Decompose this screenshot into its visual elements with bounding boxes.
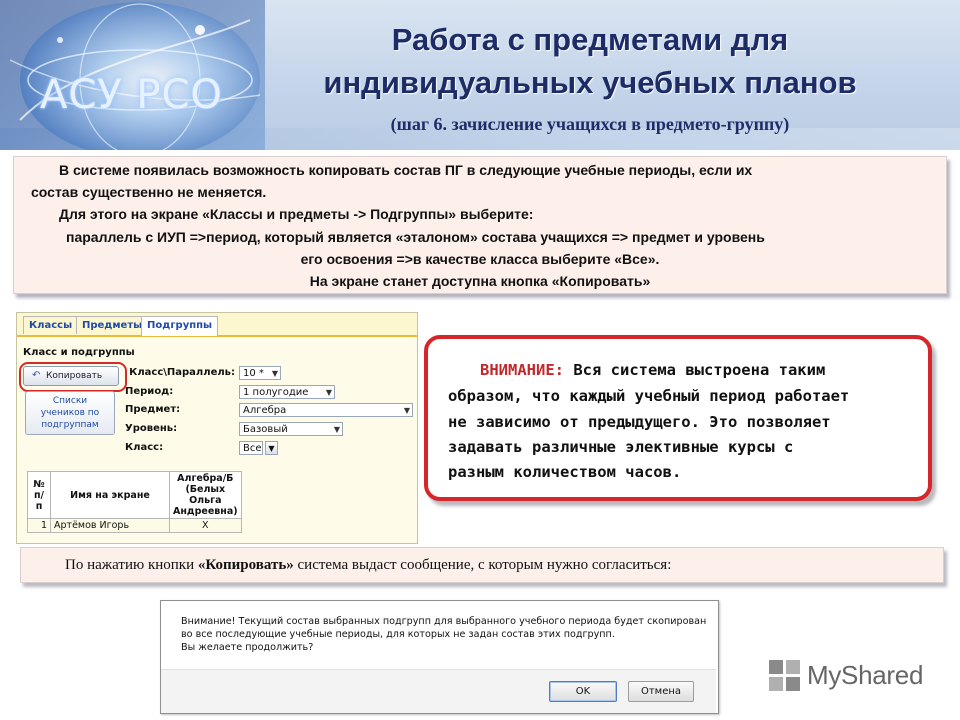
col-name-header: Имя на экране bbox=[50, 471, 170, 519]
slide-header: АСУ РСО Работа с предметами для индивиду… bbox=[0, 0, 960, 150]
info-box: В системе появилась возможность копирова… bbox=[13, 156, 947, 294]
asu-rso-logo: АСУ РСО bbox=[0, 0, 265, 150]
col-group-line-3: Ольга bbox=[189, 495, 222, 506]
subject-value: Алгебра bbox=[243, 405, 287, 416]
info-line-2: состав существенно не меняется. bbox=[31, 184, 267, 200]
chevron-down-icon: ▼ bbox=[325, 388, 332, 397]
lists-button-line-2: учеников по bbox=[40, 408, 100, 418]
attention-heading: ВНИМАНИЕ: bbox=[480, 361, 564, 379]
dialog-footer: OK Отмена bbox=[161, 669, 716, 713]
slide-subtitle: (шаг 6. зачисление учащихся в предмето-г… bbox=[390, 114, 790, 134]
col-number-line-1: № bbox=[33, 478, 45, 490]
title-line-1: Работа с предметами для bbox=[391, 22, 789, 57]
logo-text: АСУ РСО bbox=[40, 72, 223, 118]
copy-note: По нажатию кнопки «Копировать» система в… bbox=[20, 547, 944, 583]
level-label: Уровень: bbox=[125, 423, 178, 434]
row-number: 1 bbox=[27, 518, 51, 533]
attention-box: ВНИМАНИЕ: Вся система выстроена таким об… bbox=[424, 335, 932, 501]
col-number-line-2: п/п bbox=[33, 489, 45, 512]
table-row[interactable]: 1 Артёмов Игорь X bbox=[27, 518, 242, 533]
parallel-select[interactable]: 10 * ▼ bbox=[239, 366, 281, 380]
tab-classes[interactable]: Классы bbox=[23, 316, 79, 334]
chevron-down-icon: ▼ bbox=[333, 425, 340, 434]
cancel-button[interactable]: Отмена bbox=[628, 681, 694, 702]
period-value: 1 полугодие bbox=[243, 387, 309, 398]
attention-line-1: ВНИМАНИЕ: Вся система выстроена таким bbox=[480, 361, 825, 379]
attention-line-4: задавать различные элективные курсы с bbox=[448, 438, 794, 456]
info-line-1: В системе появилась возможность копирова… bbox=[59, 162, 753, 178]
note-suffix: система выдаст сообщение, с которым нужн… bbox=[293, 557, 672, 573]
copy-note-text: По нажатию кнопки «Копировать» система в… bbox=[65, 548, 671, 582]
subgroups-screen: Классы Предметы Подгруппы Класс и подгру… bbox=[16, 312, 418, 544]
section-heading: Класс и подгруппы bbox=[23, 347, 135, 358]
tab-subgroups[interactable]: Подгруппы bbox=[141, 316, 219, 336]
info-line-4: параллель с ИУП =>период, который являет… bbox=[66, 229, 765, 245]
class-label: Класс: bbox=[125, 442, 164, 453]
row-student-name: Артёмов Игорь bbox=[50, 518, 170, 533]
col-group-line-1: Алгебра/Б bbox=[177, 473, 234, 484]
col-group-line-4: Андреевна) bbox=[173, 506, 238, 517]
ok-button[interactable]: OK bbox=[549, 681, 617, 702]
subject-label: Предмет: bbox=[125, 404, 181, 415]
info-line-3: Для этого на экране «Классы и предметы -… bbox=[59, 206, 534, 222]
period-select[interactable]: 1 полугодие ▼ bbox=[239, 385, 335, 399]
attention-line-5: разным количеством часов. bbox=[448, 463, 682, 481]
tab-subjects[interactable]: Предметы bbox=[76, 316, 149, 334]
class-dropdown-button[interactable]: ▼ bbox=[265, 441, 278, 455]
parallel-label: Класс\Параллель: bbox=[129, 367, 235, 378]
tab-bar: Классы Предметы Подгруппы bbox=[17, 313, 417, 337]
copy-button-highlight bbox=[19, 362, 127, 392]
info-line-5: его освоения =>в качестве класса выберит… bbox=[300, 251, 660, 267]
lists-by-subgroup-button[interactable]: Списки учеников по подгруппам bbox=[25, 391, 115, 435]
chevron-down-icon: ▼ bbox=[271, 369, 278, 378]
myshared-watermark: MyShared bbox=[767, 652, 937, 698]
dialog-line-2: во все последующие учебные периоды, для … bbox=[181, 629, 615, 640]
title-line-2: индивидуальных учебных планов bbox=[323, 65, 857, 100]
col-group-line-2: (Белых bbox=[185, 484, 226, 495]
level-value: Базовый bbox=[243, 424, 288, 435]
dialog-line-1: Внимание! Текущий состав выбранных подгр… bbox=[181, 616, 707, 627]
lists-button-line-1: Списки bbox=[52, 396, 88, 406]
note-prefix: По нажатию кнопки bbox=[65, 557, 198, 573]
lists-button-line-3: подгруппам bbox=[41, 420, 99, 430]
class-value: Все bbox=[243, 443, 262, 454]
slide-title: Работа с предметами для индивидуальных у… bbox=[260, 18, 920, 104]
info-line-6: На экране станет доступна кнопка «Копиро… bbox=[309, 273, 651, 289]
table-header-row: № п/п Имя на экране Алгебра/Б (Белых Оль… bbox=[27, 471, 242, 519]
confirm-dialog: Внимание! Текущий состав выбранных подгр… bbox=[160, 600, 719, 714]
students-table: № п/п Имя на экране Алгебра/Б (Белых Оль… bbox=[27, 471, 242, 533]
parallel-value: 10 * bbox=[243, 368, 264, 379]
col-number-header: № п/п bbox=[27, 471, 51, 519]
chevron-down-icon: ▼ bbox=[268, 444, 275, 453]
attention-line-3: не зависимо от предыдущего. Это позволяе… bbox=[448, 413, 831, 431]
attention-line-1-text: Вся система выстроена таким bbox=[564, 361, 826, 379]
attention-line-2: образом, что каждый учебный период работ… bbox=[448, 387, 850, 405]
level-select[interactable]: Базовый ▼ bbox=[239, 422, 343, 436]
myshared-logo-icon bbox=[769, 660, 800, 691]
watermark-text: MyShared bbox=[807, 660, 924, 690]
note-bold: «Копировать» bbox=[197, 557, 294, 573]
period-label: Период: bbox=[125, 386, 174, 397]
subject-select[interactable]: Алгебра ▼ bbox=[239, 403, 413, 417]
class-select[interactable]: Все bbox=[239, 441, 263, 455]
row-membership-mark[interactable]: X bbox=[169, 518, 242, 533]
dialog-line-3: Вы желаете продолжить? bbox=[181, 642, 314, 653]
col-group-header: Алгебра/Б (Белых Ольга Андреевна) bbox=[169, 471, 242, 519]
chevron-down-icon: ▼ bbox=[403, 406, 410, 415]
